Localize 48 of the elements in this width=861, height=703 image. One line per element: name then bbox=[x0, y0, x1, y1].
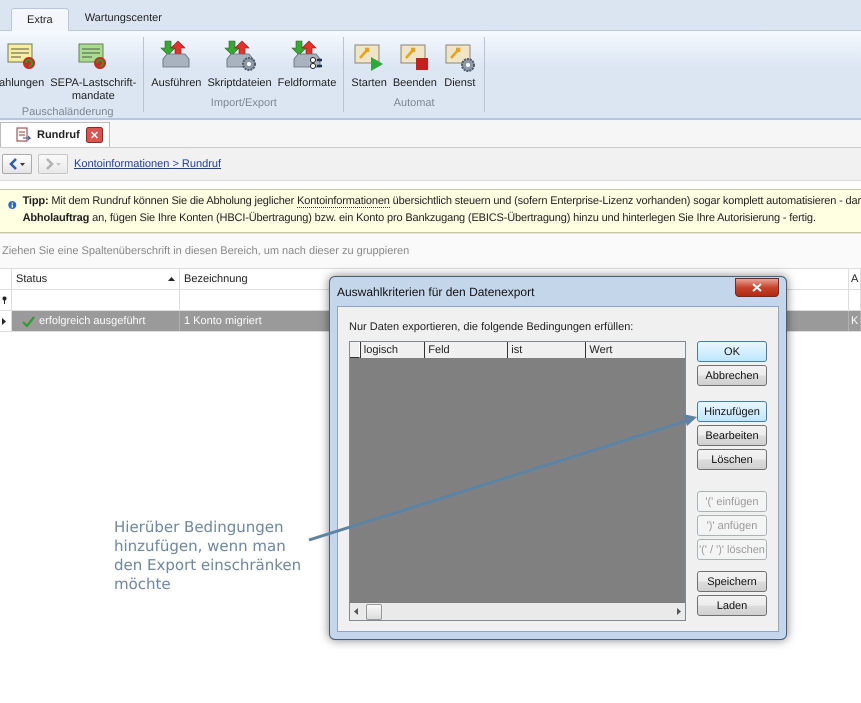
ribbon-button[interactable]: Skriptdateien bbox=[204, 39, 275, 94]
ribbon-tab[interactable]: Wartungscenter bbox=[68, 6, 178, 30]
back-button[interactable] bbox=[2, 154, 32, 174]
document-tab[interactable]: Rundruf bbox=[0, 122, 110, 147]
ribbon-button[interactable]: Beenden bbox=[390, 39, 440, 94]
checkmark-icon bbox=[22, 316, 35, 326]
scrollbar-thumb[interactable] bbox=[366, 604, 382, 620]
column-header[interactable]: Status bbox=[12, 269, 180, 289]
tab-label: Rundruf bbox=[37, 129, 80, 141]
current-row-icon bbox=[2, 318, 6, 324]
scroll-left-icon[interactable] bbox=[354, 608, 358, 615]
document-icon bbox=[15, 127, 31, 143]
dialog-button[interactable]: Speichern bbox=[697, 571, 767, 592]
table-cell: erfolgreich ausgeführt bbox=[12, 311, 180, 331]
scroll-right-icon[interactable] bbox=[677, 608, 681, 615]
ribbon-button[interactable]: Ausführen bbox=[148, 39, 204, 94]
tip-link[interactable]: Kontoinformationen bbox=[297, 195, 390, 208]
annotation-text: Hierüber Bedingungen hinzufügen, wenn man den Export einschränken möchte bbox=[114, 518, 302, 594]
ribbon-button[interactable]: SEPA-Lastschrift- mandate bbox=[47, 39, 140, 103]
tip-text: Tipp: Mit dem Rundruf können Sie die Abholung jeglicher Kontoinformationen übersichtlich steuern und (sofern Enterprise-Lizenz vorhanden) sogar komplett automatisieren - dar bbox=[22, 194, 861, 209]
dialog-button[interactable]: Hinzufügen bbox=[697, 401, 767, 422]
ribbon-group-label: Pauschaländerung bbox=[20, 105, 115, 120]
tray-gear-icon bbox=[222, 39, 257, 73]
tip-text: Abholauftrag an, fügen Sie Ihre Konten (HBCI-Übertragung) bzw. ein Konto pro Bankzugang (EBICS-Übertragung) hinzu und hinterlegen Sie Ihre Autorisierung - fertig. bbox=[22, 211, 817, 226]
close-icon[interactable] bbox=[86, 127, 103, 143]
ribbon-button[interactable]: Dienst bbox=[440, 39, 480, 94]
forward-arrow-icon bbox=[44, 158, 62, 170]
table-cell: K bbox=[849, 311, 861, 331]
ribbon-button[interactable]: Feldformate bbox=[274, 39, 340, 94]
ribbon-tab[interactable]: Extra bbox=[11, 8, 69, 31]
sort-ascending-icon bbox=[168, 277, 175, 281]
dialog-title: Auswahlkriterien für den Datenexport bbox=[337, 284, 534, 298]
breadcrumb-link[interactable]: Kontoinformationen > Rundruf bbox=[74, 158, 222, 170]
close-button[interactable] bbox=[735, 278, 779, 296]
dialog-button[interactable]: Abbrechen bbox=[697, 365, 767, 386]
dialog-button[interactable]: Bearbeiten bbox=[697, 425, 767, 446]
column-header[interactable]: A bbox=[849, 269, 861, 289]
dialog-button[interactable]: Laden bbox=[697, 595, 767, 616]
dialog-button[interactable]: Löschen bbox=[697, 449, 767, 470]
dialog-button[interactable]: OK bbox=[697, 341, 767, 362]
horizontal-scrollbar[interactable] bbox=[350, 603, 685, 620]
ribbon-group-label: Automat bbox=[392, 96, 436, 111]
ribbon-button[interactable]: Starten bbox=[348, 39, 390, 94]
back-arrow-icon bbox=[8, 158, 26, 170]
close-icon bbox=[752, 282, 762, 292]
pin-icon bbox=[2, 296, 7, 304]
ribbon-group-label: Import/Export bbox=[210, 96, 278, 111]
group-panel-hint: Ziehen Sie eine Spaltenüberschrift in diesen Bereich, um nach dieser zu gruppieren bbox=[0, 233, 861, 268]
